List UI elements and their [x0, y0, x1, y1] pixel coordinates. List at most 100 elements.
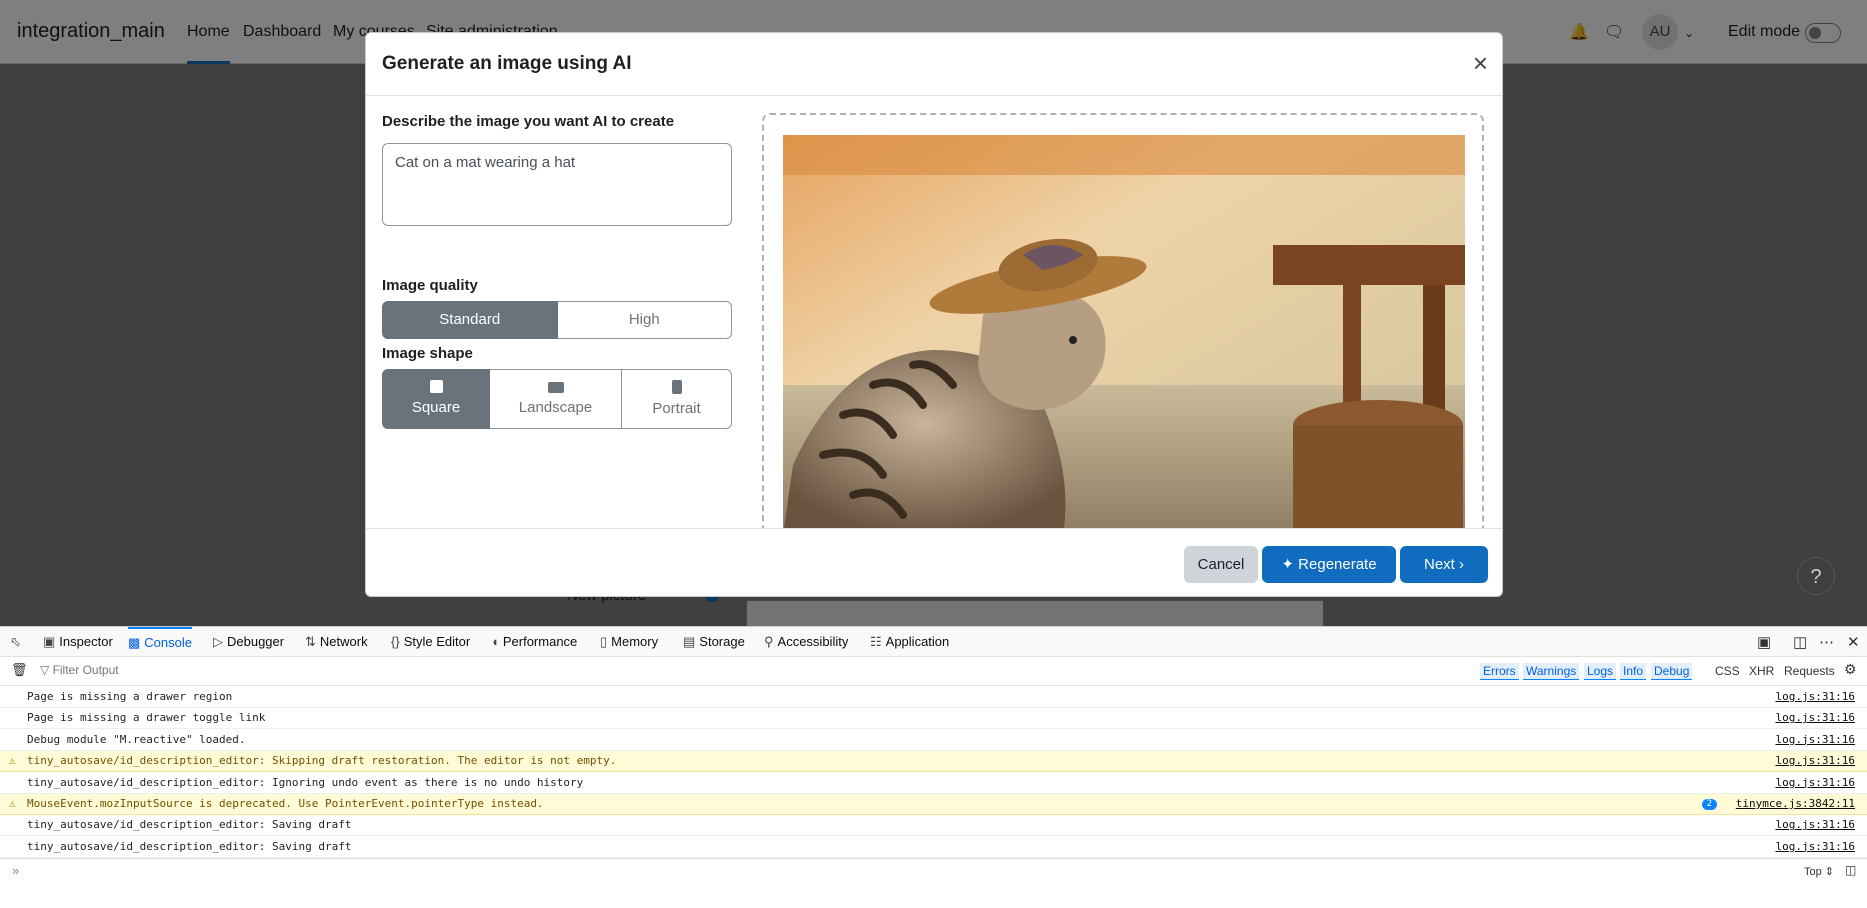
tab-storage[interactable]: ▤ Storage [683, 627, 745, 657]
filter-xhr-button[interactable]: XHR [1749, 664, 1774, 678]
log-message: Debug module "M.reactive" loaded. [27, 732, 246, 746]
accessibility-icon: ⚲ [764, 634, 774, 649]
log-message: tiny_autosave/id_description_editor: Ign… [27, 775, 584, 789]
quality-selector: Standard High [382, 301, 732, 339]
filter-warnings-button[interactable]: Warnings [1523, 663, 1580, 680]
console-log-row: tiny_autosave/id_description_editor: Sav… [0, 815, 1867, 837]
console-log-list: Page is missing a drawer region log.js:31… [0, 687, 1867, 859]
log-message: Page is missing a drawer region [27, 690, 233, 703]
log-message: tiny_autosave/id_description_editor: Sav… [27, 839, 352, 853]
filter-requests-button[interactable]: Requests [1784, 664, 1835, 678]
warning-icon: ⚠ [9, 754, 16, 768]
console-input[interactable]: » Top ⇕ ◫ [0, 858, 1867, 883]
devtools-tabbar: ⬁ ▣ Inspector ▩ Console ▷ Debugger ⇅ Network… [0, 627, 1867, 657]
performance-icon: ◖ [491, 634, 499, 649]
more-options-icon[interactable]: ⋯ [1819, 633, 1834, 651]
devtools-panel: ⬁ ▣ Inspector ▩ Console ▷ Debugger ⇅ Network… [0, 626, 1867, 908]
log-source-link[interactable]: tinymce.js:3842:11 [1736, 794, 1855, 814]
console-icon: ▩ [128, 635, 141, 650]
log-source-link[interactable]: log.js:31:16 [1776, 708, 1855, 728]
modal-footer: Cancel ✦ Regenerate Next › [366, 528, 1502, 596]
console-filterbar: 🗑 ▽ Filter Output Errors Warnings Logs I… [0, 657, 1867, 686]
console-log-row: Debug module "M.reactive" loaded. log.js:… [0, 730, 1867, 751]
tab-performance[interactable]: ◖ Performance [491, 627, 577, 657]
image-preview [762, 113, 1484, 528]
close-devtools-icon[interactable]: ✕ [1847, 633, 1860, 651]
console-warning-row: ⚠ MouseEvent.mozInputSource is deprecated… [0, 794, 1867, 815]
filter-debug-button[interactable]: Debug [1651, 663, 1693, 680]
chevron-right-icon: › [1459, 556, 1464, 573]
log-source-link[interactable]: log.js:31:16 [1776, 687, 1855, 707]
application-icon: ☷ [870, 634, 882, 649]
tab-network[interactable]: ⇅ Network [305, 627, 368, 657]
tab-console[interactable]: ▩ Console [128, 627, 192, 657]
console-log-row: tiny_autosave/id_description_editor: Ign… [0, 773, 1867, 794]
modal-title: Generate an image using AI [382, 53, 632, 74]
tab-accessibility[interactable]: ⚲ Accessibility [764, 627, 848, 657]
log-source-link[interactable]: log.js:31:16 [1776, 773, 1855, 793]
regenerate-label: Regenerate [1298, 556, 1377, 573]
element-picker-icon[interactable]: ⬁ [10, 627, 25, 657]
moodle-page: integration_main Home Dashboard My cours… [0, 0, 1867, 626]
modal-header: Generate an image using AI × [366, 33, 1502, 96]
filter-output-input[interactable]: ▽ Filter Output [40, 663, 119, 677]
log-source-link[interactable]: log.js:31:16 [1776, 751, 1855, 771]
shape-portrait-button[interactable]: Portrait [622, 369, 732, 429]
console-log-row: tiny_autosave/id_description_editor: Sav… [0, 837, 1867, 858]
repeat-count-badge: 2 [1701, 799, 1717, 810]
trash-icon[interactable]: 🗑 [11, 662, 28, 678]
braces-icon: {} [391, 634, 400, 649]
prompt-label: Describe the image you want AI to create [382, 113, 675, 130]
context-selector[interactable]: Top ⇕ [1804, 865, 1834, 878]
help-button[interactable]: ? [1797, 557, 1835, 595]
log-source-link[interactable]: log.js:31:16 [1776, 730, 1855, 750]
ai-image-modal: Generate an image using AI × Describe th… [365, 32, 1503, 597]
filter-errors-button[interactable]: Errors [1480, 663, 1519, 680]
prompt-textarea[interactable]: Cat on a mat wearing a hat [382, 143, 732, 226]
debugger-icon: ▷ [213, 634, 223, 649]
tab-style-editor[interactable]: {} Style Editor [391, 627, 470, 657]
filter-info-button[interactable]: Info [1620, 663, 1647, 680]
storage-icon: ▤ [683, 634, 696, 649]
shape-square-label: Square [411, 399, 461, 416]
console-log-row: Page is missing a drawer region log.js:31… [0, 687, 1867, 708]
log-message: Page is missing a drawer toggle link [27, 711, 266, 725]
split-console-icon[interactable]: ▣ [1757, 633, 1771, 651]
log-source-link[interactable]: log.js:31:16 [1776, 815, 1855, 835]
console-log-row: Page is missing a drawer toggle link log.… [0, 708, 1867, 730]
shape-label: Image shape [382, 345, 473, 362]
sidebar-toggle-icon[interactable]: ◫ [1845, 863, 1856, 877]
quality-standard-button[interactable]: Standard [382, 301, 558, 339]
next-button[interactable]: Next › [1400, 546, 1488, 583]
shape-portrait-label: Portrait [652, 400, 701, 417]
modal-body: Describe the image you want AI to create… [366, 97, 1502, 528]
cancel-button[interactable]: Cancel [1184, 546, 1258, 583]
warning-icon: ⚠ [9, 797, 16, 810]
log-source-link[interactable]: log.js:31:16 [1776, 837, 1855, 857]
shape-selector: Square Landscape Portrait [382, 369, 732, 429]
close-icon[interactable]: × [1473, 50, 1488, 76]
console-warning-row: ⚠ tiny_autosave/id_description_editor: Sk… [0, 751, 1867, 773]
prompt-chevron-icon: » [12, 863, 20, 878]
regenerate-button[interactable]: ✦ Regenerate [1262, 546, 1396, 583]
tab-debugger[interactable]: ▷ Debugger [213, 627, 284, 657]
filter-logs-button[interactable]: Logs [1584, 663, 1617, 680]
square-icon [429, 380, 443, 393]
generated-cat-image [783, 135, 1465, 528]
filter-css-button[interactable]: CSS [1715, 664, 1740, 678]
tab-application[interactable]: ☷ Application [870, 627, 949, 657]
tab-inspector[interactable]: ▣ Inspector [43, 627, 113, 657]
memory-icon: ▯ [600, 634, 608, 649]
portrait-icon [671, 380, 682, 394]
tab-memory[interactable]: ▯ Memory [600, 627, 658, 657]
quality-high-button[interactable]: High [557, 301, 732, 339]
next-label: Next [1423, 556, 1455, 573]
log-message: tiny_autosave/id_description_editor: Ski… [27, 754, 617, 768]
network-icon: ⇅ [305, 634, 316, 649]
shape-landscape-button[interactable]: Landscape [490, 369, 622, 429]
shape-square-button[interactable]: Square [382, 369, 490, 429]
log-message: tiny_autosave/id_description_editor: Sav… [27, 818, 352, 832]
responsive-icon[interactable]: ◫ [1793, 633, 1807, 651]
gear-icon[interactable]: ⚙ [1844, 661, 1857, 678]
landscape-icon [547, 382, 564, 393]
